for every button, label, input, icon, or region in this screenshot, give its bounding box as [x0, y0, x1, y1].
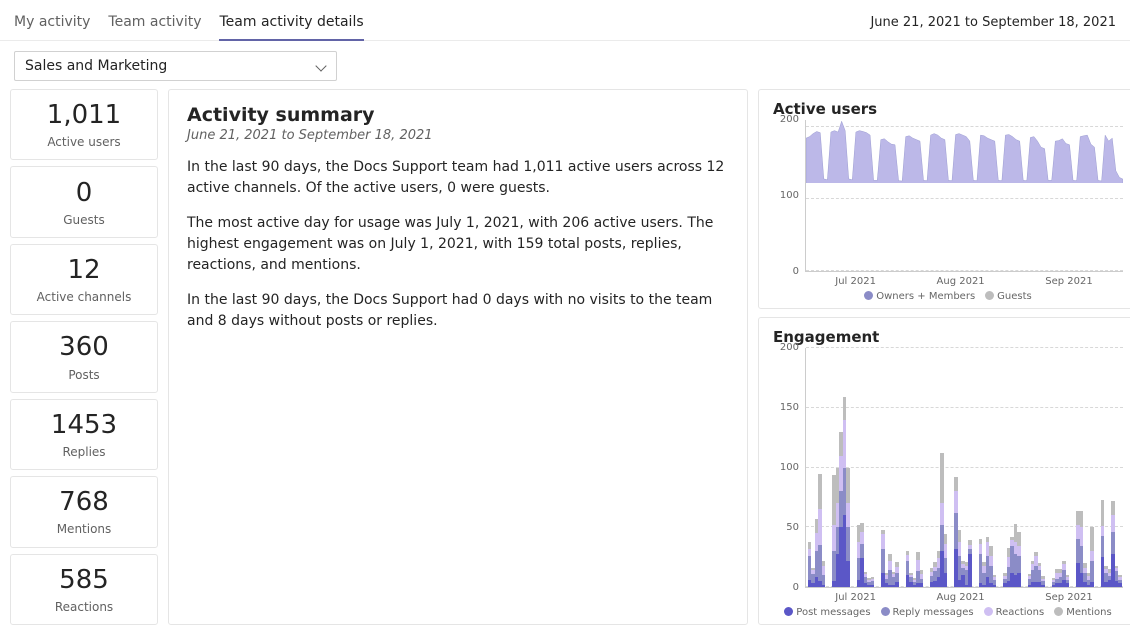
date-range-label: June 21, 2021 to September 18, 2021	[870, 15, 1116, 40]
legend-guests: Guests	[985, 291, 1032, 302]
stat-guests[interactable]: 0 Guests	[10, 166, 158, 237]
engagement-chart[interactable]: 050100150200	[773, 348, 1123, 588]
stat-label: Replies	[62, 445, 105, 459]
tab-team-activity-details[interactable]: Team activity details	[219, 6, 363, 40]
stat-value: 1,011	[47, 100, 121, 131]
summary-subtitle: June 21, 2021 to September 18, 2021	[187, 128, 729, 143]
legend-owners: Owners + Members	[864, 291, 975, 302]
stat-value: 768	[59, 487, 109, 518]
summary-paragraph: In the last 90 days, the Docs Support ha…	[187, 290, 729, 332]
legend-dot-icon	[984, 607, 993, 616]
engagement-chart-card: Engagement 050100150200 Jul 2021Aug 2021…	[758, 317, 1130, 625]
chart-legend: Owners + Members Guests	[773, 287, 1123, 302]
x-axis: Jul 2021Aug 2021Sep 2021	[773, 588, 1123, 603]
legend-posts: Post messages	[784, 607, 870, 618]
stat-label: Reactions	[55, 600, 113, 614]
top-bar: My activity Team activity Team activity …	[0, 0, 1130, 40]
legend-mentions: Mentions	[1054, 607, 1111, 618]
legend-dot-icon	[1054, 607, 1063, 616]
y-axis: 050100150200	[773, 348, 805, 588]
legend-reactions: Reactions	[984, 607, 1045, 618]
activity-summary-panel: Activity summary June 21, 2021 to Septem…	[168, 89, 748, 625]
stat-value: 12	[67, 255, 100, 286]
stat-value: 0	[76, 178, 93, 209]
stat-label: Active channels	[37, 290, 132, 304]
tab-team-activity[interactable]: Team activity	[108, 6, 201, 40]
team-select-dropdown[interactable]: Sales and Marketing	[14, 51, 337, 81]
stat-replies[interactable]: 1453 Replies	[10, 399, 158, 470]
team-select-value: Sales and Marketing	[25, 58, 167, 74]
stat-value: 360	[59, 332, 109, 363]
stat-label: Mentions	[57, 522, 112, 536]
tab-my-activity[interactable]: My activity	[14, 6, 90, 40]
chart-legend: Post messages Reply messages Reactions M…	[773, 603, 1123, 618]
stat-label: Active users	[47, 135, 120, 149]
stat-active-channels[interactable]: 12 Active channels	[10, 244, 158, 315]
stat-label: Guests	[63, 213, 105, 227]
summary-title: Activity summary	[187, 104, 729, 126]
stat-value: 585	[59, 565, 109, 596]
summary-paragraph: The most active day for usage was July 1…	[187, 213, 729, 276]
legend-dot-icon	[881, 607, 890, 616]
stat-value: 1453	[51, 410, 117, 441]
summary-paragraph: In the last 90 days, the Docs Support te…	[187, 157, 729, 199]
main-grid: 1,011 Active users 0 Guests 12 Active ch…	[0, 89, 1130, 633]
controls-row: Sales and Marketing	[0, 41, 1130, 89]
x-axis: Jul 2021Aug 2021Sep 2021	[773, 272, 1123, 287]
active-users-chart-card: Active users 0100200 Jul 2021Aug 2021Sep…	[758, 89, 1130, 309]
tabs: My activity Team activity Team activity …	[14, 6, 364, 40]
stat-active-users[interactable]: 1,011 Active users	[10, 89, 158, 160]
legend-dot-icon	[985, 291, 994, 300]
stat-label: Posts	[68, 368, 99, 382]
stat-cards-column: 1,011 Active users 0 Guests 12 Active ch…	[10, 89, 158, 625]
legend-dot-icon	[864, 291, 873, 300]
stat-posts[interactable]: 360 Posts	[10, 321, 158, 392]
legend-replies: Reply messages	[881, 607, 974, 618]
bar[interactable]	[1118, 348, 1121, 587]
chevron-down-icon	[316, 61, 326, 71]
active-users-chart[interactable]: 0100200	[773, 120, 1123, 272]
y-axis: 0100200	[773, 120, 805, 272]
plot-area	[805, 120, 1123, 272]
legend-dot-icon	[784, 607, 793, 616]
chart-title: Active users	[773, 100, 1123, 118]
plot-area	[805, 348, 1123, 588]
stat-mentions[interactable]: 768 Mentions	[10, 476, 158, 547]
stat-reactions[interactable]: 585 Reactions	[10, 554, 158, 625]
chart-title: Engagement	[773, 328, 1123, 346]
